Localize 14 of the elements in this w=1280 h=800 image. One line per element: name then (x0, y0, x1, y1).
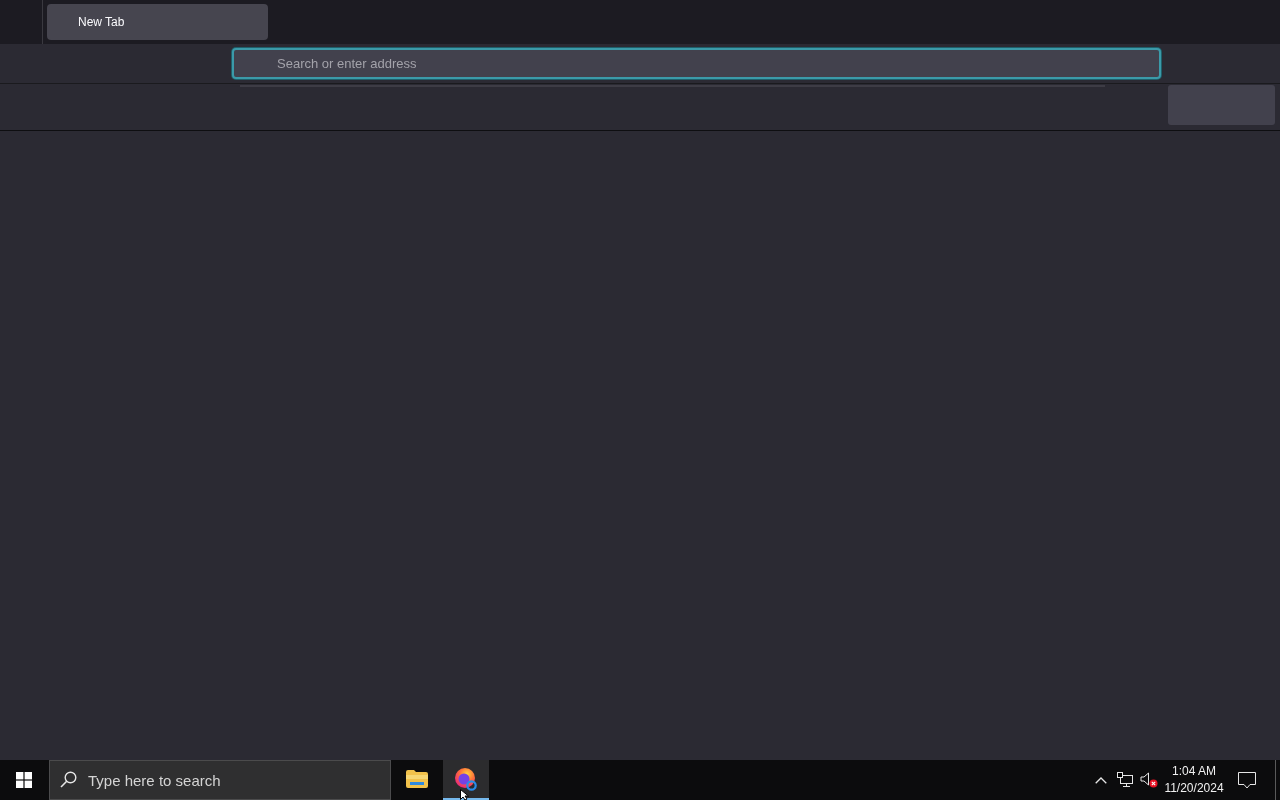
search-icon (60, 771, 77, 788)
mouse-pointer-icon (460, 789, 469, 800)
folder-icon (406, 770, 428, 788)
browser-icon (454, 767, 478, 791)
network-icon[interactable] (1117, 772, 1133, 788)
address-field[interactable]: Search or enter address (232, 48, 1161, 79)
notification-icon[interactable] (1238, 771, 1256, 789)
clock-button[interactable]: 1:04 AM 11/20/2024 (1161, 760, 1227, 800)
windows-icon (16, 772, 32, 788)
browser-tab[interactable]: New Tab (47, 4, 268, 40)
taskbar-search-field[interactable]: Type here to search (49, 760, 391, 800)
chevron-up-icon[interactable] (1095, 776, 1107, 784)
taskbar-app-button[interactable] (443, 760, 489, 800)
speaker-icon[interactable] (1140, 772, 1158, 788)
